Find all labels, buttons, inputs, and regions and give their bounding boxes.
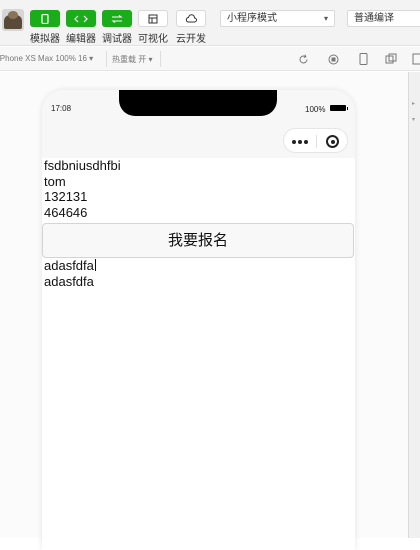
avatar[interactable]	[2, 9, 24, 31]
capsule-divider	[316, 135, 317, 148]
menu-capsule	[283, 128, 348, 153]
compile-select[interactable]: 普通编译	[347, 10, 420, 27]
mode-select[interactable]: 小程序模式 ▾	[220, 10, 335, 27]
refresh-icon[interactable]	[296, 52, 310, 66]
editor-button[interactable]	[66, 10, 96, 27]
text-line: adasfdfa	[44, 273, 94, 289]
phone-preview-icon[interactable]	[356, 52, 370, 66]
cloud-icon	[185, 14, 197, 23]
text-line-value: adasfdfa	[44, 258, 94, 273]
battery-icon	[330, 105, 348, 111]
more-icon[interactable]	[292, 140, 308, 144]
status-time: 17:08	[51, 104, 72, 113]
simulator-subbar: iPhone XS Max 100% 16 ▾ 热重载 开 ▾	[0, 47, 420, 71]
navigation-bar	[42, 118, 355, 158]
cloud-label: 云开发	[176, 34, 206, 45]
grid-icon	[148, 14, 158, 23]
simulator-button[interactable]	[30, 10, 60, 27]
hot-reload-select[interactable]: 热重载 开 ▾	[112, 54, 152, 65]
compile-select-value: 普通编译	[354, 13, 394, 24]
cloud-button[interactable]	[176, 10, 206, 27]
close-miniprogram-icon[interactable]	[326, 135, 339, 148]
text-line[interactable]: adasfdfa	[42, 258, 355, 274]
divider	[106, 51, 107, 67]
text-line: fsdbniusdhfbi	[44, 158, 121, 173]
split-icon[interactable]	[410, 52, 420, 66]
status-bar: 17:08 100%	[42, 90, 355, 118]
device-select[interactable]: iPhone XS Max 100% 16 ▾	[0, 54, 93, 63]
right-scrollbar[interactable]: ▸ ▾	[408, 72, 420, 538]
arrow-right-icon[interactable]: ▸	[412, 100, 415, 107]
text-line: 132131	[44, 189, 88, 204]
stop-icon[interactable]	[326, 52, 340, 66]
visual-button[interactable]	[138, 10, 168, 27]
signup-button[interactable]: 我要报名	[42, 223, 354, 258]
code-icon	[74, 15, 88, 22]
divider	[160, 51, 161, 67]
phone-icon	[41, 13, 49, 24]
detach-window-icon[interactable]	[384, 52, 398, 66]
debugger-button[interactable]	[102, 10, 132, 27]
page-content: fsdbniusdhfbi tom 132131 464646 我要报名 ada…	[42, 158, 355, 289]
battery-percent: 100%	[305, 105, 326, 114]
toolbar: 模拟器 编辑器 调试器 可视化 云开发 小程序模式 ▾ 普通编译	[0, 0, 420, 46]
text-cursor	[94, 259, 96, 271]
chevron-down-icon: ▾	[323, 14, 328, 23]
arrow-down-icon[interactable]: ▾	[412, 116, 415, 123]
text-line: 464646	[44, 204, 88, 220]
phone-frame: 17:08 100% fsdbniusdhfbi tom 132131 4646…	[42, 90, 355, 550]
debug-icon	[111, 14, 123, 23]
mode-select-value: 小程序模式	[227, 13, 277, 24]
phone-notch	[119, 90, 277, 116]
text-line: tom	[44, 173, 66, 189]
